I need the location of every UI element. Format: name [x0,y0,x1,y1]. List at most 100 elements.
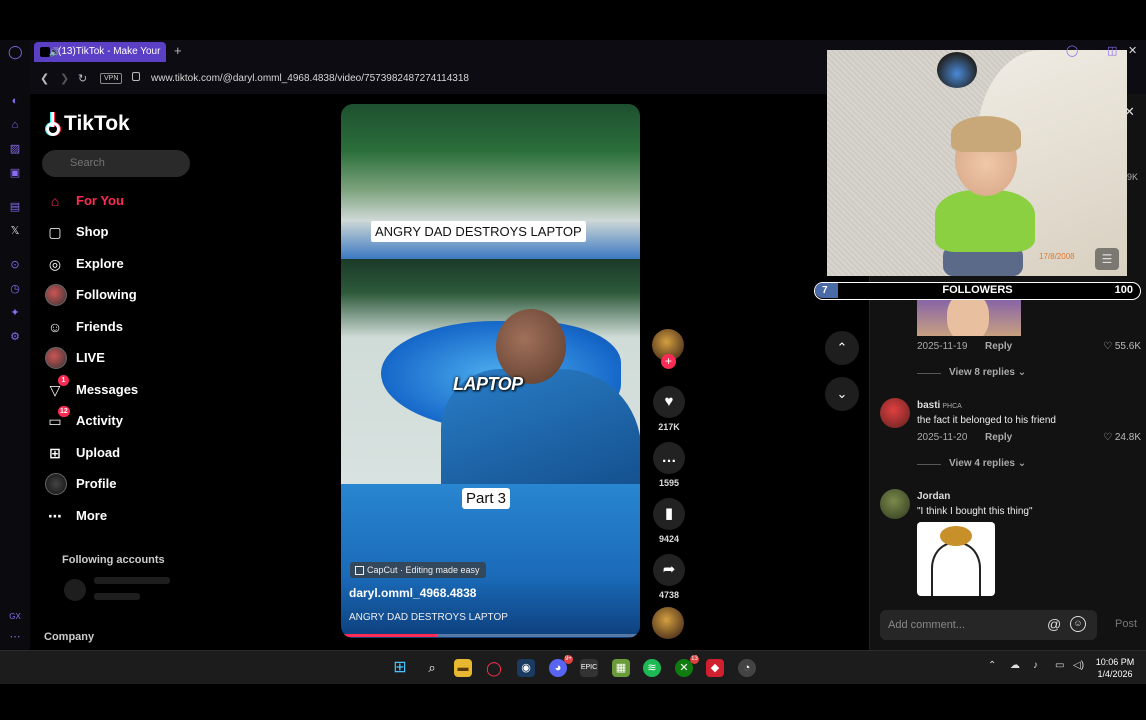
app-icon[interactable]: ◔ [738,659,756,677]
like-button[interactable]: ♥ 217K [653,386,685,432]
url-field[interactable]: www.tiktok.com/@daryl.omml_4968.4838/vid… [151,73,469,84]
comment-avatar[interactable] [880,489,910,519]
like-count: 217K [658,422,680,432]
comment-date: 2025-11-19 [917,341,968,352]
microphone-icon[interactable]: ♪ [1033,660,1038,671]
nav-live[interactable]: LIVE [45,347,216,369]
vpn-badge[interactable]: VPN [100,73,123,84]
workspace-icon[interactable]: ⌂ [8,118,22,132]
capcut-tag[interactable]: CapCut · Editing made easy [350,562,486,578]
view-replies-button[interactable]: View 8 replies ⌄ [917,367,1026,378]
tray-expand-icon[interactable]: ⌃ [988,660,996,671]
comment-date: 2025-11-20 [917,432,968,443]
twitch-icon[interactable]: ▤ [8,200,22,214]
comment-username[interactable]: Jordan [917,491,950,502]
add-comment-input[interactable] [880,610,1097,640]
volume-icon[interactable]: ◁) [1073,660,1084,671]
snapshot-icon[interactable]: ◫ [1107,44,1117,57]
comment-avatar[interactable] [880,398,910,428]
windows-start-icon[interactable]: ⊞ [391,659,409,677]
search-icon[interactable]: ◯ [1066,44,1078,57]
video-player[interactable]: ANGRY DAD DESTROYS LAPTOP LAPTOP Part 3 … [341,104,640,638]
player-icon[interactable]: ⊙ [8,258,22,272]
steam-icon[interactable]: ◉ [517,659,535,677]
more-icon[interactable]: ⋯ [8,630,22,644]
tiktok-logo[interactable]: TikTok [46,112,130,136]
friends-icon: ☺ [47,319,63,335]
network-icon[interactable]: ☁ [1010,660,1020,671]
nav-more[interactable]: ⋯ More [46,505,216,527]
aria-icon[interactable]: ◐ [8,94,22,108]
comment-like[interactable]: ♡ 55.6K [1103,341,1141,352]
display-icon[interactable]: ▭ [1055,660,1064,671]
reload-icon[interactable]: ↻ [78,72,87,85]
emoji-icon[interactable]: ☺ [1070,616,1086,632]
file-explorer-icon[interactable]: ▬ [454,659,472,677]
video-progress-fill [341,634,437,637]
lock-icon[interactable] [132,72,140,81]
close-window-icon[interactable]: ✕ [1128,44,1137,57]
share-button[interactable]: ➦ 4738 [653,554,685,600]
overlay-menu-icon[interactable]: ☰ [1095,248,1119,270]
nav-shop[interactable]: ▢ Shop [46,221,216,243]
tiktok-sidebar: TikTok ⌂ For You ▢ Shop ◎ Explore Follow… [30,94,230,650]
roblox-icon[interactable]: ◆ [706,659,724,677]
nav-upload[interactable]: ⊞ Upload [46,442,216,464]
history-icon[interactable]: ◷ [8,282,22,296]
comment-icon: … [653,442,685,474]
next-video-button[interactable]: ⌄ [825,377,859,411]
pinboard-icon[interactable]: ▨ [8,142,22,156]
spotify-icon[interactable]: ≋ [643,659,661,677]
extensions-icon[interactable]: ✦ [8,306,22,320]
save-button[interactable]: ▮ 9424 [653,498,685,544]
close-icon[interactable]: ✕ [1124,104,1135,120]
nav-profile[interactable]: Profile [45,473,216,495]
nav-messages[interactable]: ▽ 1 Messages [46,375,216,401]
clock[interactable]: 10:06 PM 1/4/2026 [1092,656,1138,680]
previous-video-button[interactable]: ⌃ [825,331,859,365]
company-link[interactable]: Company [44,631,94,643]
search-icon[interactable]: ⌕ [423,659,441,677]
mention-icon[interactable]: @ [1047,616,1061,632]
nav-following[interactable]: Following [45,284,216,306]
tiktok-note-icon [46,112,60,136]
opera-gx-icon[interactable]: ◯ [485,659,503,677]
new-tab-button[interactable]: + [174,43,182,58]
video-progress-bar[interactable] [341,634,640,637]
nav-friends[interactable]: ☺ Friends [46,316,216,338]
back-icon[interactable]: ❮ [40,72,49,85]
tab-tiktok[interactable]: 🔊 (13)TikTok - Make Your [34,42,166,62]
xbox-icon[interactable]: ✕ 13 [675,655,699,677]
reply-button[interactable]: Reply [985,432,1012,443]
settings-icon[interactable]: ⚙ [8,330,22,344]
comment-button[interactable]: … 1595 [653,442,685,488]
comment-like[interactable]: ♡ 24.8K [1103,432,1141,443]
followers-label: FOLLOWERS [942,284,1013,296]
messenger-icon[interactable]: ▣ [8,166,22,180]
post-button[interactable]: Post [1115,618,1137,630]
view-replies-button[interactable]: View 4 replies ⌄ [917,458,1026,469]
heart-outline-icon: ♡ [1103,341,1115,352]
comment-username[interactable]: basti PHCA [917,400,962,411]
gx-icon[interactable]: GX [8,610,22,624]
search-input[interactable] [42,150,190,177]
side-count: 9K [1127,172,1139,182]
x-icon[interactable]: 𝕏 [8,224,22,238]
reply-button[interactable]: Reply [985,341,1012,352]
nav-explore[interactable]: ◎ Explore [46,253,216,275]
speaker-icon[interactable]: 🔊 [49,42,60,62]
nav-for-you[interactable]: ⌂ For You [46,190,216,212]
skeleton-line [94,577,170,584]
epic-games-icon[interactable]: EPIC [580,659,598,677]
minecraft-icon[interactable]: ▦ [612,659,630,677]
more-dots-icon: ⋯ [48,508,62,524]
opera-logo-icon[interactable]: ◯ [8,45,23,59]
clock-time: 10:06 PM [1095,657,1135,667]
nav-activity[interactable]: ▭ 12 Activity [46,406,216,432]
comment-sticker[interactable] [917,522,995,596]
sound-disc-avatar[interactable] [652,607,684,639]
video-author[interactable]: daryl.omml_4968.4838 [349,586,476,600]
discord-icon[interactable]: ◕ 9+ [549,655,573,677]
follow-plus-button[interactable]: + [661,354,676,369]
forward-icon[interactable]: ❯ [60,72,69,85]
